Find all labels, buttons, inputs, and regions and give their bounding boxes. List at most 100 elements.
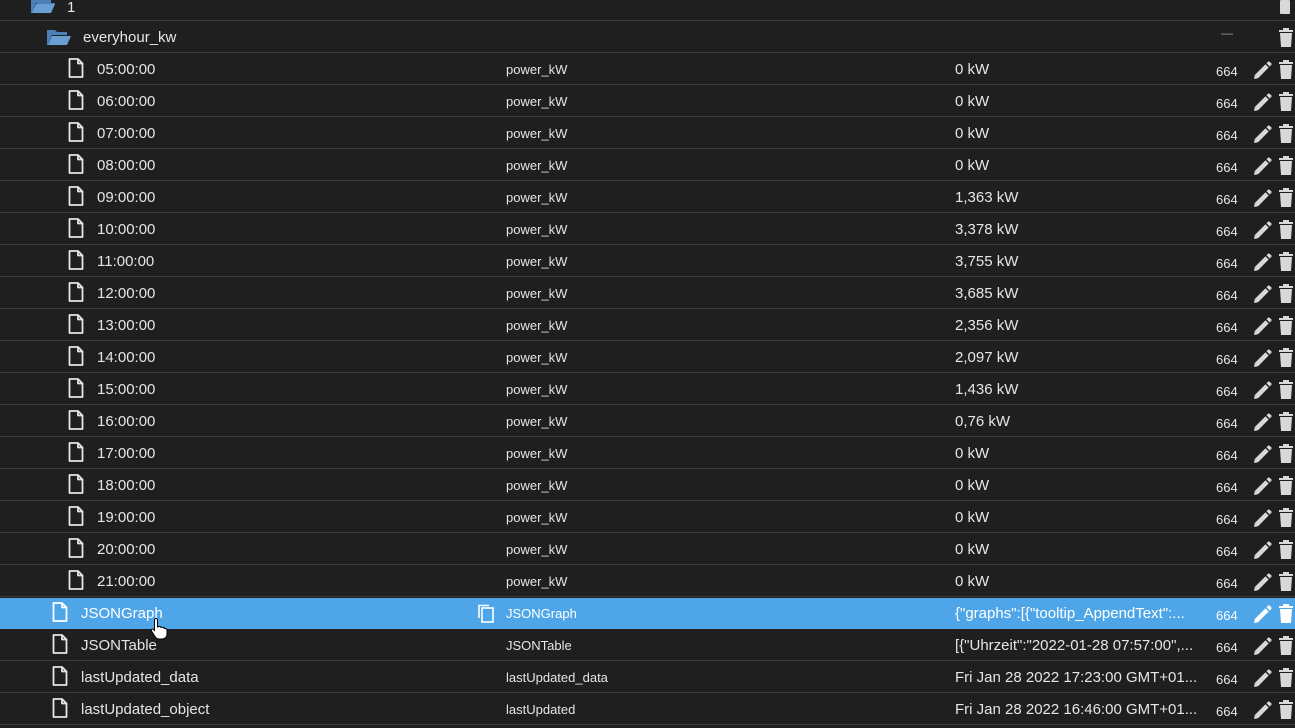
file-icon — [52, 634, 68, 654]
pencil-icon[interactable] — [1252, 509, 1272, 529]
pencil-icon[interactable] — [1252, 285, 1272, 305]
trash-icon[interactable] — [1278, 508, 1294, 527]
object-value[interactable]: 0 kW — [955, 541, 1205, 558]
object-value[interactable]: 0 kW — [955, 93, 1205, 110]
trash-icon[interactable] — [1278, 60, 1294, 79]
table-row[interactable]: lastUpdated_data lastUpdated_data Fri Jan … — [0, 662, 1295, 693]
acl-label: 664 — [1216, 512, 1238, 527]
trash-icon[interactable] — [1278, 700, 1294, 719]
object-value[interactable]: {"graphs":[{"tooltip_AppendText":... — [955, 605, 1205, 622]
copy-icon[interactable] — [477, 604, 495, 624]
object-value[interactable]: 0,76 kW — [955, 413, 1205, 430]
table-row[interactable]: 21:00:00 power_kW 0 kW 664 — [0, 566, 1295, 597]
table-row[interactable]: 14:00:00 power_kW 2,097 kW 664 — [0, 342, 1295, 373]
object-value[interactable]: 3,378 kW — [955, 221, 1205, 238]
table-row[interactable]: 10:00:00 power_kW 3,378 kW 664 — [0, 214, 1295, 245]
object-value[interactable]: [{"Uhrzeit":"2022-01-28 07:57:00",... — [955, 637, 1205, 654]
table-row[interactable]: 08:00:00 power_kW 0 kW 664 — [0, 150, 1295, 181]
pencil-icon[interactable] — [1252, 61, 1272, 81]
pencil-icon[interactable] — [1252, 317, 1272, 337]
table-row[interactable]: 13:00:00 power_kW 2,356 kW 664 — [0, 310, 1295, 341]
trash-icon[interactable] — [1278, 572, 1294, 591]
folder-open-icon — [46, 28, 72, 46]
table-row[interactable]: 09:00:00 power_kW 1,363 kW 664 — [0, 182, 1295, 213]
trash-icon[interactable] — [1278, 252, 1294, 271]
trash-icon[interactable] — [1278, 444, 1294, 463]
object-value[interactable]: 0 kW — [955, 573, 1205, 590]
trash-icon[interactable] — [1278, 412, 1294, 431]
trash-icon[interactable] — [1278, 604, 1294, 623]
file-icon — [68, 282, 84, 302]
trash-icon[interactable] — [1278, 380, 1294, 399]
pencil-icon[interactable] — [1252, 125, 1272, 145]
table-row[interactable]: 05:00:00 power_kW 0 kW 664 — [0, 54, 1295, 85]
object-value[interactable]: 2,356 kW — [955, 317, 1205, 334]
object-value[interactable]: 0 kW — [955, 445, 1205, 462]
trash-icon[interactable] — [1278, 188, 1294, 207]
object-value[interactable]: Fri Jan 28 2022 17:23:00 GMT+01... — [955, 669, 1205, 686]
trash-icon[interactable] — [1278, 92, 1294, 111]
trash-icon[interactable] — [1278, 28, 1294, 47]
trash-icon[interactable] — [1278, 284, 1294, 303]
object-value[interactable]: 0 kW — [955, 509, 1205, 526]
object-value[interactable]: 0 kW — [955, 61, 1205, 78]
table-row[interactable]: 17:00:00 power_kW 0 kW 664 — [0, 438, 1295, 469]
pencil-icon[interactable] — [1252, 253, 1272, 273]
table-row[interactable]: 18:00:00 power_kW 0 kW 664 — [0, 470, 1295, 501]
folder-row-everyhour-kw[interactable]: everyhour_kw — — [0, 22, 1295, 53]
object-value[interactable]: 1,436 kW — [955, 381, 1205, 398]
table-row[interactable]: 07:00:00 power_kW 0 kW 664 — [0, 118, 1295, 149]
table-row[interactable]: 20:00:00 power_kW 0 kW 664 — [0, 534, 1295, 565]
trash-icon[interactable] — [1278, 348, 1294, 367]
trash-icon[interactable] — [1278, 668, 1294, 687]
table-row[interactable]: 11:00:00 power_kW 3,755 kW 664 — [0, 246, 1295, 277]
trash-icon[interactable] — [1278, 220, 1294, 239]
trash-icon[interactable] — [1278, 0, 1292, 14]
table-row[interactable]: 12:00:00 power_kW 3,685 kW 664 — [0, 278, 1295, 309]
object-value[interactable]: 2,097 kW — [955, 349, 1205, 366]
pencil-icon[interactable] — [1252, 157, 1272, 177]
pencil-icon[interactable] — [1252, 573, 1272, 593]
object-value[interactable]: 1,363 kW — [955, 189, 1205, 206]
trash-icon[interactable] — [1278, 156, 1294, 175]
pencil-icon[interactable] — [1252, 445, 1272, 465]
file-icon — [68, 122, 84, 142]
pencil-icon[interactable] — [1252, 221, 1272, 241]
pencil-icon[interactable] — [1252, 669, 1272, 689]
table-row[interactable]: 16:00:00 power_kW 0,76 kW 664 — [0, 406, 1295, 437]
table-row[interactable]: 19:00:00 power_kW 0 kW 664 — [0, 502, 1295, 533]
table-row[interactable]: lastUpdated_object lastUpdated Fri Jan 28 … — [0, 694, 1295, 725]
pencil-icon[interactable] — [1252, 605, 1272, 625]
trash-icon[interactable] — [1278, 540, 1294, 559]
table-row[interactable]: JSONTable JSONTable [{"Uhrzeit":"2022-01-2… — [0, 630, 1295, 661]
pencil-icon[interactable] — [1252, 381, 1272, 401]
pencil-icon[interactable] — [1252, 93, 1272, 113]
object-name: 06:00:00 — [97, 93, 156, 110]
pencil-icon[interactable] — [1252, 541, 1272, 561]
folder-row-parent[interactable]: 1 — [0, 0, 1295, 21]
object-value[interactable]: 0 kW — [955, 157, 1205, 174]
pencil-icon[interactable] — [1252, 477, 1272, 497]
trash-icon[interactable] — [1278, 316, 1294, 335]
object-value[interactable]: 0 kW — [955, 125, 1205, 142]
object-value[interactable]: 0 kW — [955, 477, 1205, 494]
pencil-icon[interactable] — [1252, 701, 1272, 721]
table-row[interactable]: JSONGraph JSONGraph {"graphs":[{"tooltip_A… — [0, 598, 1295, 629]
trash-icon[interactable] — [1278, 636, 1294, 655]
pencil-icon[interactable] — [1252, 413, 1272, 433]
collapse-icon[interactable]: — — [1221, 26, 1233, 40]
object-role: lastUpdated_data — [506, 670, 608, 685]
pencil-icon[interactable] — [1252, 637, 1272, 657]
object-value[interactable]: Fri Jan 28 2022 16:46:00 GMT+01... — [955, 701, 1205, 718]
object-tree: 1 everyhour_kw — 05:00:00 power_kW 0 kW 664… — [0, 0, 1295, 728]
acl-label: 664 — [1216, 480, 1238, 495]
pencil-icon[interactable] — [1252, 189, 1272, 209]
object-name: 19:00:00 — [97, 509, 156, 526]
pencil-icon[interactable] — [1252, 349, 1272, 369]
table-row[interactable]: 06:00:00 power_kW 0 kW 664 — [0, 86, 1295, 117]
object-value[interactable]: 3,755 kW — [955, 253, 1205, 270]
trash-icon[interactable] — [1278, 124, 1294, 143]
object-value[interactable]: 3,685 kW — [955, 285, 1205, 302]
trash-icon[interactable] — [1278, 476, 1294, 495]
table-row[interactable]: 15:00:00 power_kW 1,436 kW 664 — [0, 374, 1295, 405]
